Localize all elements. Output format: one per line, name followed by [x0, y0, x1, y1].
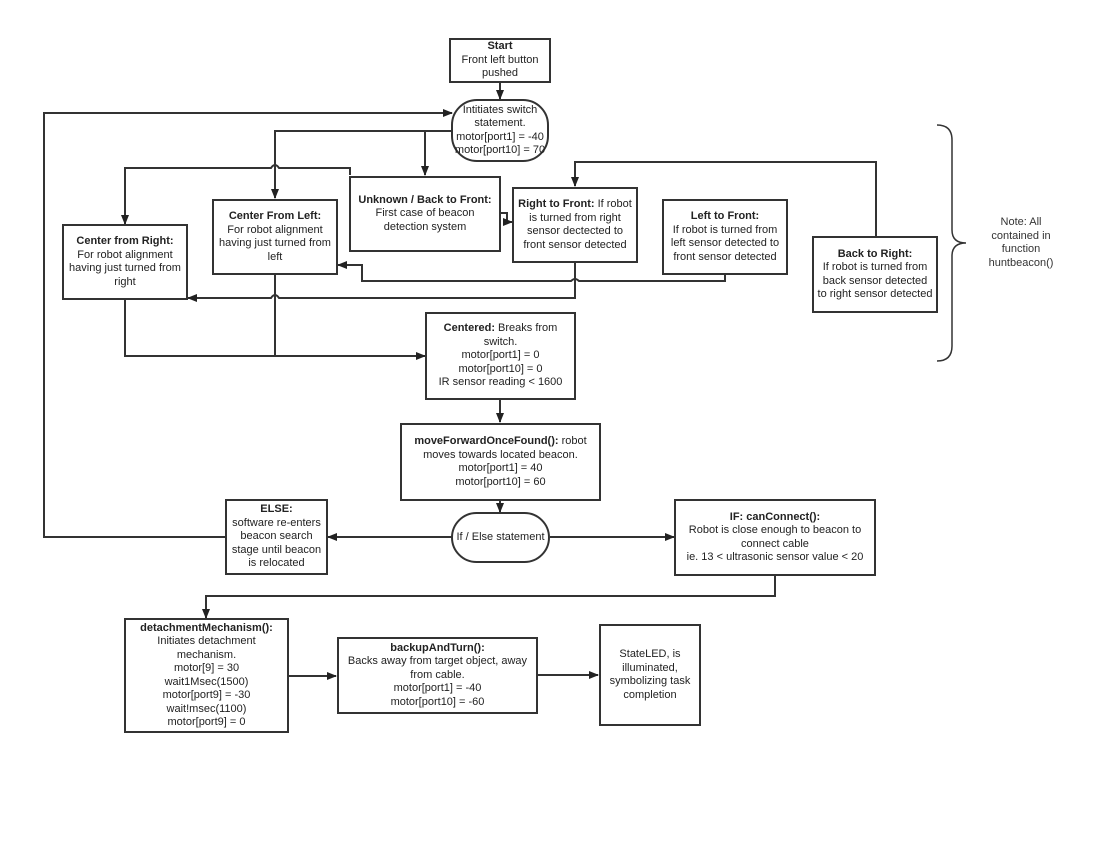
- arrow-unknown-to-right-front: [500, 212, 513, 226]
- node-text: IR sensor reading < 1600: [438, 376, 563, 389]
- center-from-right-node: Center from Right: For robot alignment h…: [62, 224, 188, 300]
- node-title-line: moveForwardOnceFound(): robot: [414, 435, 586, 449]
- node-text: If robot: [594, 198, 632, 210]
- left-to-front-node: Left to Front: If robot is turned from l…: [662, 199, 788, 275]
- node-title: ELSE:: [260, 503, 293, 516]
- else-node: ELSE: software re-enters beacon search s…: [225, 499, 328, 575]
- node-text: front sensor detected: [523, 238, 627, 251]
- note-line: contained in: [991, 229, 1051, 242]
- node-text: motor[port10] = 70: [454, 144, 546, 156]
- right-to-front-node: Right to Front: If robot is turned from …: [512, 187, 638, 263]
- unknown-back-to-front-node: Unknown / Back to Front: First case of b…: [349, 176, 501, 252]
- node-text: back sensor detected: [822, 274, 928, 287]
- move-forward-node: moveForwardOnceFound(): robot moves towa…: [400, 423, 601, 501]
- node-title: Start: [487, 40, 513, 53]
- node-title-line: Right to Front: If robot: [518, 198, 632, 212]
- node-title: Centered:: [443, 322, 495, 335]
- node-text: motor[port9] = -30: [162, 689, 251, 701]
- if-can-connect-node: IF: canConnect(): Robot is close enough …: [674, 499, 876, 576]
- node-text: to right sensor detected: [817, 288, 933, 300]
- note-line: Note: All: [1000, 216, 1042, 228]
- node-text: If / Else statement: [456, 530, 545, 543]
- node-text: For robot alignment: [227, 223, 323, 236]
- node-text: StateLED, is: [619, 648, 681, 660]
- node-title: Right to Front:: [518, 198, 595, 210]
- node-title-line: Centered: Breaks from: [444, 322, 558, 336]
- node-title: backupAndTurn():: [390, 641, 485, 654]
- node-text: front sensor detected: [673, 250, 777, 263]
- node-text: wait!msec(1100): [166, 702, 247, 715]
- detachment-mechanism-node: detachmentMechanism(): Initiates detachm…: [124, 618, 289, 733]
- centered-node: Centered: Breaks from switch. motor[port…: [425, 312, 576, 400]
- arrow-if-to-detach: [202, 575, 776, 619]
- node-text: motor[port1] = 0: [461, 349, 540, 362]
- node-text: Front left button: [461, 53, 539, 66]
- node-text: Backs away from target object, away: [347, 655, 528, 668]
- backup-and-turn-node: backupAndTurn(): Backs away from target …: [337, 637, 538, 714]
- node-text: left sensor detected to: [670, 237, 780, 249]
- node-text: is turned from right: [529, 211, 621, 224]
- switch-node: Intitiates switch statement. motor[port1…: [451, 99, 549, 162]
- node-text: For robot alignment: [77, 248, 173, 261]
- node-text: detection system: [383, 220, 467, 233]
- node-text: mechanism.: [176, 648, 237, 661]
- node-text: Initiates detachment: [157, 635, 256, 647]
- note-brace: [936, 124, 967, 362]
- node-title: IF: canConnect():: [729, 510, 821, 523]
- node-text: Intitiates switch: [462, 103, 538, 116]
- node-text: moves towards located beacon.: [423, 448, 578, 461]
- node-text: ie. 13 < ultrasonic sensor value < 20: [686, 551, 864, 563]
- node-text: from cable.: [410, 668, 465, 681]
- node-text: Robot is close enough to beacon to: [688, 524, 862, 536]
- note-line: function: [1001, 243, 1041, 255]
- back-to-right-node: Back to Right: If robot is turned from b…: [812, 236, 938, 313]
- node-text: pushed: [481, 67, 519, 80]
- node-text: motor[port10] = 60: [455, 475, 546, 488]
- node-text: beacon search: [240, 530, 313, 543]
- node-text: motor[port10] = 0: [458, 362, 543, 375]
- node-text: robot: [558, 435, 587, 447]
- node-text: motor[port10] = -60: [390, 695, 485, 708]
- node-text: having just turned from: [219, 237, 331, 249]
- note-text: Note: All contained in function huntbeac…: [966, 216, 1076, 270]
- node-title: Back to Right:: [837, 247, 913, 260]
- node-text: symbolizing task: [609, 675, 691, 687]
- node-text: stage until beacon: [231, 543, 322, 556]
- node-title: Left to Front:: [690, 210, 760, 222]
- node-text: right: [114, 275, 136, 288]
- start-node: Start Front left button pushed: [449, 38, 551, 83]
- center-from-left-node: Center From Left: For robot alignment ha…: [212, 199, 338, 275]
- node-text: motor[9] = 30: [173, 662, 240, 674]
- node-title: Center From Left:: [228, 210, 322, 222]
- node-text: connect cable: [741, 537, 809, 550]
- node-text: is relocated: [248, 557, 305, 570]
- if-else-node: If / Else statement: [451, 512, 550, 563]
- node-text: motor[port9] = 0: [167, 716, 246, 728]
- node-text: sensor dectected to: [526, 225, 623, 237]
- node-text: illuminated,: [622, 661, 678, 674]
- node-text: left: [267, 250, 283, 263]
- node-text: statement.: [474, 117, 526, 129]
- note-line: huntbeacon(): [988, 256, 1054, 269]
- node-title: Center from Right:: [76, 235, 174, 247]
- state-led-node: StateLED, is illuminated, symbolizing ta…: [599, 624, 701, 726]
- node-text: motor[port1] = -40: [456, 130, 544, 143]
- node-text: completion: [623, 688, 677, 701]
- node-text: wait1Msec(1500): [164, 675, 249, 688]
- node-text: switch.: [483, 335, 518, 348]
- node-title: Unknown / Back to Front:: [358, 193, 492, 206]
- node-text: If robot is turned from: [672, 223, 778, 236]
- node-text: motor[port1] = -40: [393, 682, 482, 695]
- node-text: motor[port1] = 40: [458, 462, 543, 474]
- node-text: Breaks from: [494, 322, 558, 335]
- node-text: software re-enters: [232, 516, 321, 529]
- node-title: detachmentMechanism():: [140, 621, 273, 634]
- node-text: First case of beacon: [375, 207, 475, 220]
- node-text: If robot is turned from: [822, 261, 928, 273]
- node-text: having just turned from: [69, 262, 181, 274]
- node-title: moveForwardOnceFound():: [414, 435, 559, 447]
